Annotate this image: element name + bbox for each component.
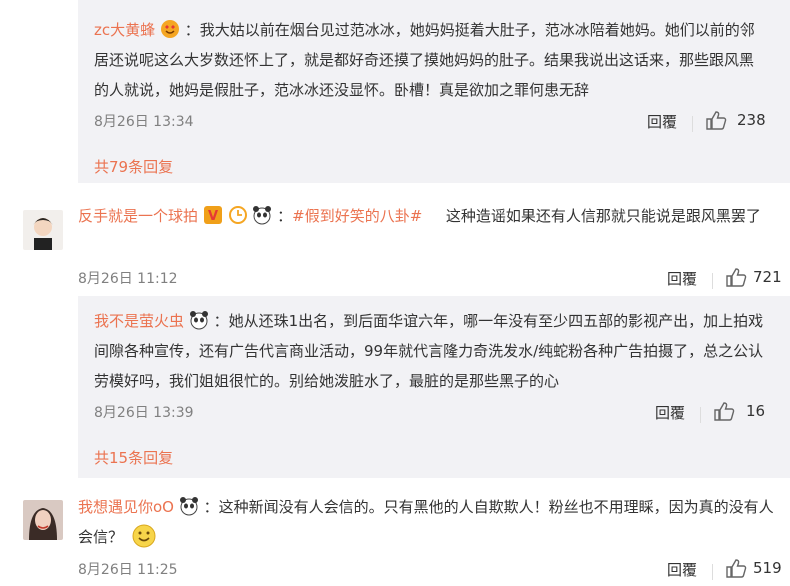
like-icon[interactable] (725, 558, 747, 582)
comment-text-3: 我想遇见你oO ：这种新闻没有人会信的。只有黑他的人自欺欺人！粉丝也不用理睬，因… (78, 492, 778, 552)
panda-badge-icon (179, 496, 199, 516)
comment-author-3[interactable]: 我想遇见你oO (78, 498, 174, 516)
reply-author-2[interactable]: 我不是萤火虫 (94, 312, 184, 330)
panda-badge-icon (252, 205, 272, 225)
sep-3 (700, 404, 701, 423)
like-count-4: 519 (753, 559, 782, 577)
sep-2 (712, 270, 713, 289)
clock-badge-icon (228, 205, 248, 225)
smile-emoji-icon (132, 524, 156, 548)
comment-time-2: 8月26日 11:12 (78, 271, 178, 287)
reply-body-1: ：我大姑以前在烟台见过范冰冰，她妈妈挺着大肚子，范冰冰陪着她妈。她们以前的邻居还… (94, 21, 755, 99)
more-replies-link-1[interactable]: 共79条回复 (94, 156, 173, 177)
more-replies-link-2[interactable]: 共15条回复 (94, 447, 173, 468)
comment-time-3: 8月26日 11:25 (78, 562, 178, 578)
reply-time-2: 8月26日 13:39 (94, 405, 194, 421)
topic-link[interactable]: #假到好笑的八卦# (292, 207, 422, 225)
reply-author-1[interactable]: zc大黄蜂 (94, 21, 155, 39)
like-count-3: 16 (746, 402, 766, 420)
reply-button-2[interactable]: 回覆 (667, 268, 697, 289)
svg-text:V: V (208, 209, 218, 224)
reply-text-2: 我不是萤火虫 ：她从还珠1出名，到后面华谊六年，哪一年没有至少四五部的影视产出，… (94, 306, 770, 396)
reply-button-3[interactable]: 回覆 (655, 402, 685, 423)
panda-badge-icon (189, 310, 209, 330)
like-icon[interactable] (705, 110, 727, 134)
like-count-2: 721 (753, 268, 782, 286)
reply-time-1: 8月26日 13:34 (94, 114, 194, 130)
sep-4 (712, 561, 713, 580)
avatar-2[interactable] (23, 500, 63, 540)
vip-badge-icon: V (203, 205, 223, 225)
like-icon[interactable] (725, 267, 747, 291)
comment-author-2[interactable]: 反手就是一个球拍 (78, 207, 198, 225)
like-icon[interactable] (713, 401, 735, 425)
reply-button-1[interactable]: 回覆 (647, 111, 677, 132)
avatar-1[interactable] (23, 210, 63, 250)
reply-button-4[interactable]: 回覆 (667, 559, 697, 580)
like-count-1: 238 (737, 111, 766, 129)
sep-1 (692, 113, 693, 132)
comment-body-2: 这种造谣如果还有人信那就只能说是跟风黑罢了 (445, 207, 761, 225)
comment-text-2: 反手就是一个球拍 V ：#假到好笑的八卦# 这种造谣如果还有人信那就只能说是跟风… (78, 205, 761, 225)
reply-text-1: zc大黄蜂 ：我大姑以前在烟台见过范冰冰，她妈妈挺着大肚子，范冰冰陪着她妈。她们… (94, 15, 768, 105)
emoji-heart-eyes-icon (160, 19, 180, 39)
